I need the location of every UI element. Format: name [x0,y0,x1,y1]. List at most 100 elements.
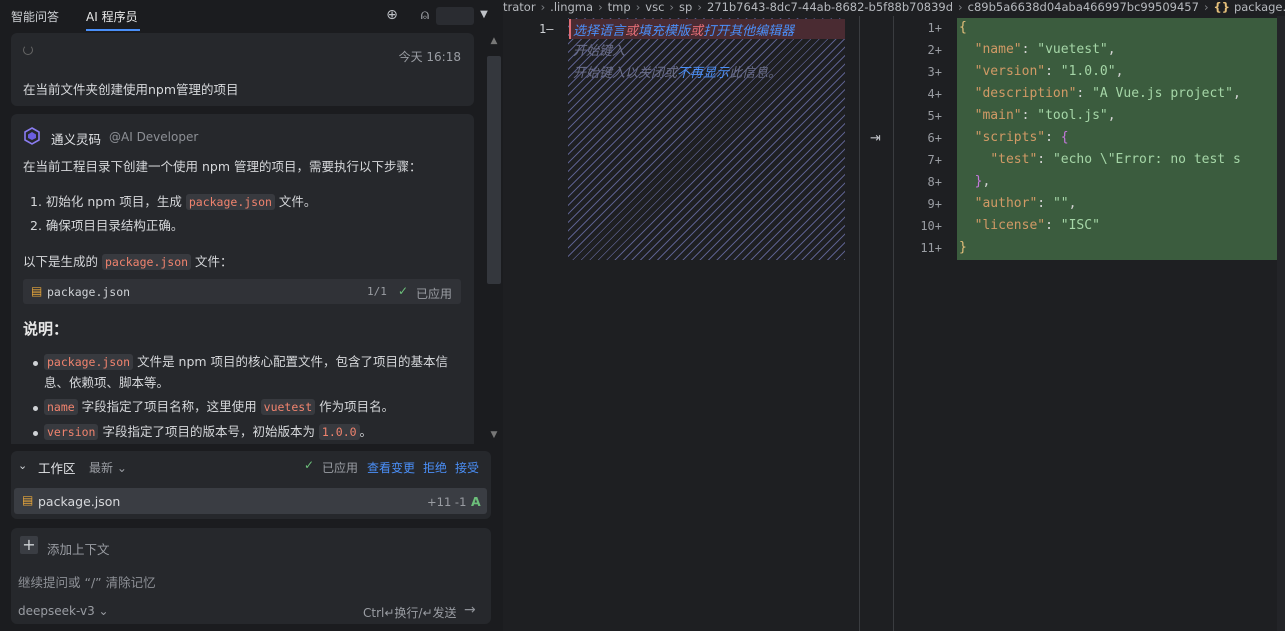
modified-file-pane[interactable]: 1+ {2+ "name": "vuetest", 3+ "version": "1… [894,16,1285,631]
breadcrumb-item[interactable]: sp [679,0,692,14]
line-number: 5+ [927,109,942,123]
editor-hint-line: 选择语言或填充模版或打开其他编辑器 [573,20,794,39]
breadcrumb-item[interactable]: package. [1234,0,1285,14]
lingma-logo-icon [24,127,40,145]
reply-intro: 在当前工程目录下创建一个使用 npm 管理的项目，需要执行以下步骤： [23,159,422,174]
chat-history: 今天 16:18 在当前文件夹创建使用npm管理的项目 通义灵码 @AI Dev… [0,32,486,444]
breadcrumb-separator-icon: › [697,0,702,14]
file-chip-status: 已应用 [416,287,453,301]
inline-code: 1.0.0 [318,424,360,440]
bullet-dot [33,406,38,411]
inline-code: version [44,424,99,440]
note-text: 。 [359,424,373,439]
filter-label: 最新 [89,461,114,475]
note-text: 作为项目名。 [315,399,395,414]
user-icon[interactable]: ⍝ [416,6,434,24]
note-item-2: name 字段指定了项目名称，这里使用 vuetest 作为项目名。 [44,398,394,416]
send-arrow-icon[interactable]: → [464,602,476,618]
chat-scrollbar[interactable] [487,56,501,284]
chevron-down-icon[interactable]: ⌄ [18,459,27,472]
line-number: 9+ [927,197,942,211]
line-number: 7+ [927,153,942,167]
scroll-down-arrow-icon[interactable]: ▼ [488,430,500,440]
plus-circle-icon[interactable]: ⊕ [383,6,401,24]
generated-file-chip[interactable]: ▤ package.json 1/1 ✓ 已应用 [23,279,461,304]
editor-scrollbar-track[interactable] [1277,16,1285,631]
code-line: }, [974,174,991,189]
view-changes-link[interactable]: 查看变更 [367,459,415,476]
hint-action-link[interactable]: 填充模版 [638,24,690,39]
breadcrumb-separator-icon: › [669,0,675,14]
file-chip-name: package.json [47,285,131,299]
inline-code: vuetest [260,399,316,415]
hint-text: 此信息。 [729,66,782,81]
reject-link[interactable]: 拒绝 [423,459,447,476]
tab-smart-qa[interactable]: 智能问答 [11,8,59,25]
line-number: 10+ [920,219,942,233]
workspace-filter-dropdown[interactable]: 最新 ⌄ [89,459,127,476]
chat-input-box[interactable]: + 添加上下文 继续提问或 “/” 清除记忆 deepseek-v3 ⌄ Ctr… [11,528,491,624]
hint-text: 或 [625,24,639,39]
breadcrumb-item[interactable]: c89b5a6638d04aba466997bc99509457 [968,0,1199,14]
user-message-text: 在当前文件夹创建使用npm管理的项目 [23,82,239,97]
model-selector[interactable]: deepseek-v3 ⌄ [18,604,109,618]
hint-text: 开始键入以关闭或 [573,66,678,81]
breadcrumb-separator-icon: › [1203,0,1209,14]
inline-code: name [44,399,78,415]
workspace-title: 工作区 [38,461,76,476]
workspace-file-row[interactable]: ▤ package.json +11 -1 A [14,488,487,514]
step-text: 2. 确保项目目录结构正确。 [30,218,184,233]
code-line: "main": "tool.js", [974,108,1116,123]
hint-text: 开始键入 [573,44,626,59]
line-number: 1+ [927,21,942,35]
breadcrumb-item[interactable]: trator [503,0,536,14]
workspace-file-status-badge: A [471,494,481,509]
caret-down-icon[interactable]: ▼ [475,6,493,24]
workspace-file-diff-count: +11 -1 [427,495,467,509]
file-chip-count: 1/1 [367,285,387,298]
breadcrumb-item[interactable]: 271b7643-8dc7-44ab-8682-b5f88b70839d [707,0,953,14]
breadcrumb-item[interactable]: tmp [608,0,631,14]
avatar[interactable] [436,7,474,25]
note-text: 文件是 npm 项目的核心配置文件，包含了项目的基本信 [133,354,449,369]
code-line: "author": "", [974,196,1077,211]
breadcrumb-item[interactable]: vsc [645,0,664,14]
breadcrumb-item[interactable]: .lingma [550,0,593,14]
apply-change-arrow-icon[interactable]: ⇥ [870,131,881,146]
breadcrumb-separator-icon: › [635,0,641,14]
hint-action-link[interactable]: 打开其他编辑器 [703,24,794,39]
scroll-up-arrow-icon[interactable]: ▲ [488,36,500,46]
code-line: "license": "ISC" [974,218,1100,233]
line-number: 2+ [927,43,942,57]
send-shortcut-hint: Ctrl↵换行/↵发送 [363,606,457,620]
accept-link[interactable]: 接受 [455,459,479,476]
breadcrumb-separator-icon: › [958,0,963,14]
code-line: "version": "1.0.0", [974,64,1124,79]
database-file-icon: ▤ [22,493,34,507]
workspace-status: 已应用 [322,461,359,475]
step-text: 1. 初始化 npm 项目，生成 [30,194,186,209]
diff-editor: trator › .lingma › tmp › vsc › sp › 271b7643-8dc7-… [503,0,1285,631]
active-tab-indicator [86,29,140,31]
reply-step-2: 2. 确保项目目录结构正确。 [30,217,183,235]
message-timestamp: 今天 16:18 [398,50,461,64]
plus-icon[interactable]: + [20,536,38,554]
editor-hint-line: 开始键入 [573,40,625,59]
editor-hint-line: 开始键入以关闭或不再显示此信息。 [573,62,781,81]
user-message-card: 今天 16:18 在当前文件夹创建使用npm管理的项目 [11,33,474,106]
line-number: 3+ [927,65,942,79]
add-context-button[interactable]: 添加上下文 [47,539,110,558]
original-file-pane[interactable]: 1— 选择语言或填充模版或打开其他编辑器 开始键入 开始键入以关闭或不再显示此信息。 [503,16,860,631]
tab-ai-programmer[interactable]: AI 程序员 [86,8,138,25]
hint-action-link[interactable]: 选择语言 [573,24,625,39]
json-file-icon: {} [1213,0,1234,14]
assistant-name: 通义灵码 [51,132,102,147]
loading-spinner-icon [23,45,33,55]
generated-text: 文件： [191,254,233,269]
chat-input-field[interactable]: 继续提问或 “/” 清除记忆 [18,572,156,591]
workspace-file-name: package.json [38,494,121,509]
ai-assistant-panel: 智能问答 AI 程序员 ⊕ ⍝ ▼ ▲ ▼ 今天 16:18 在当前文件夹创建使… [0,0,503,631]
line-number: 8+ [927,175,942,189]
hint-action-link[interactable]: 不再显示 [677,66,729,81]
model-name: deepseek-v3 [18,604,95,618]
